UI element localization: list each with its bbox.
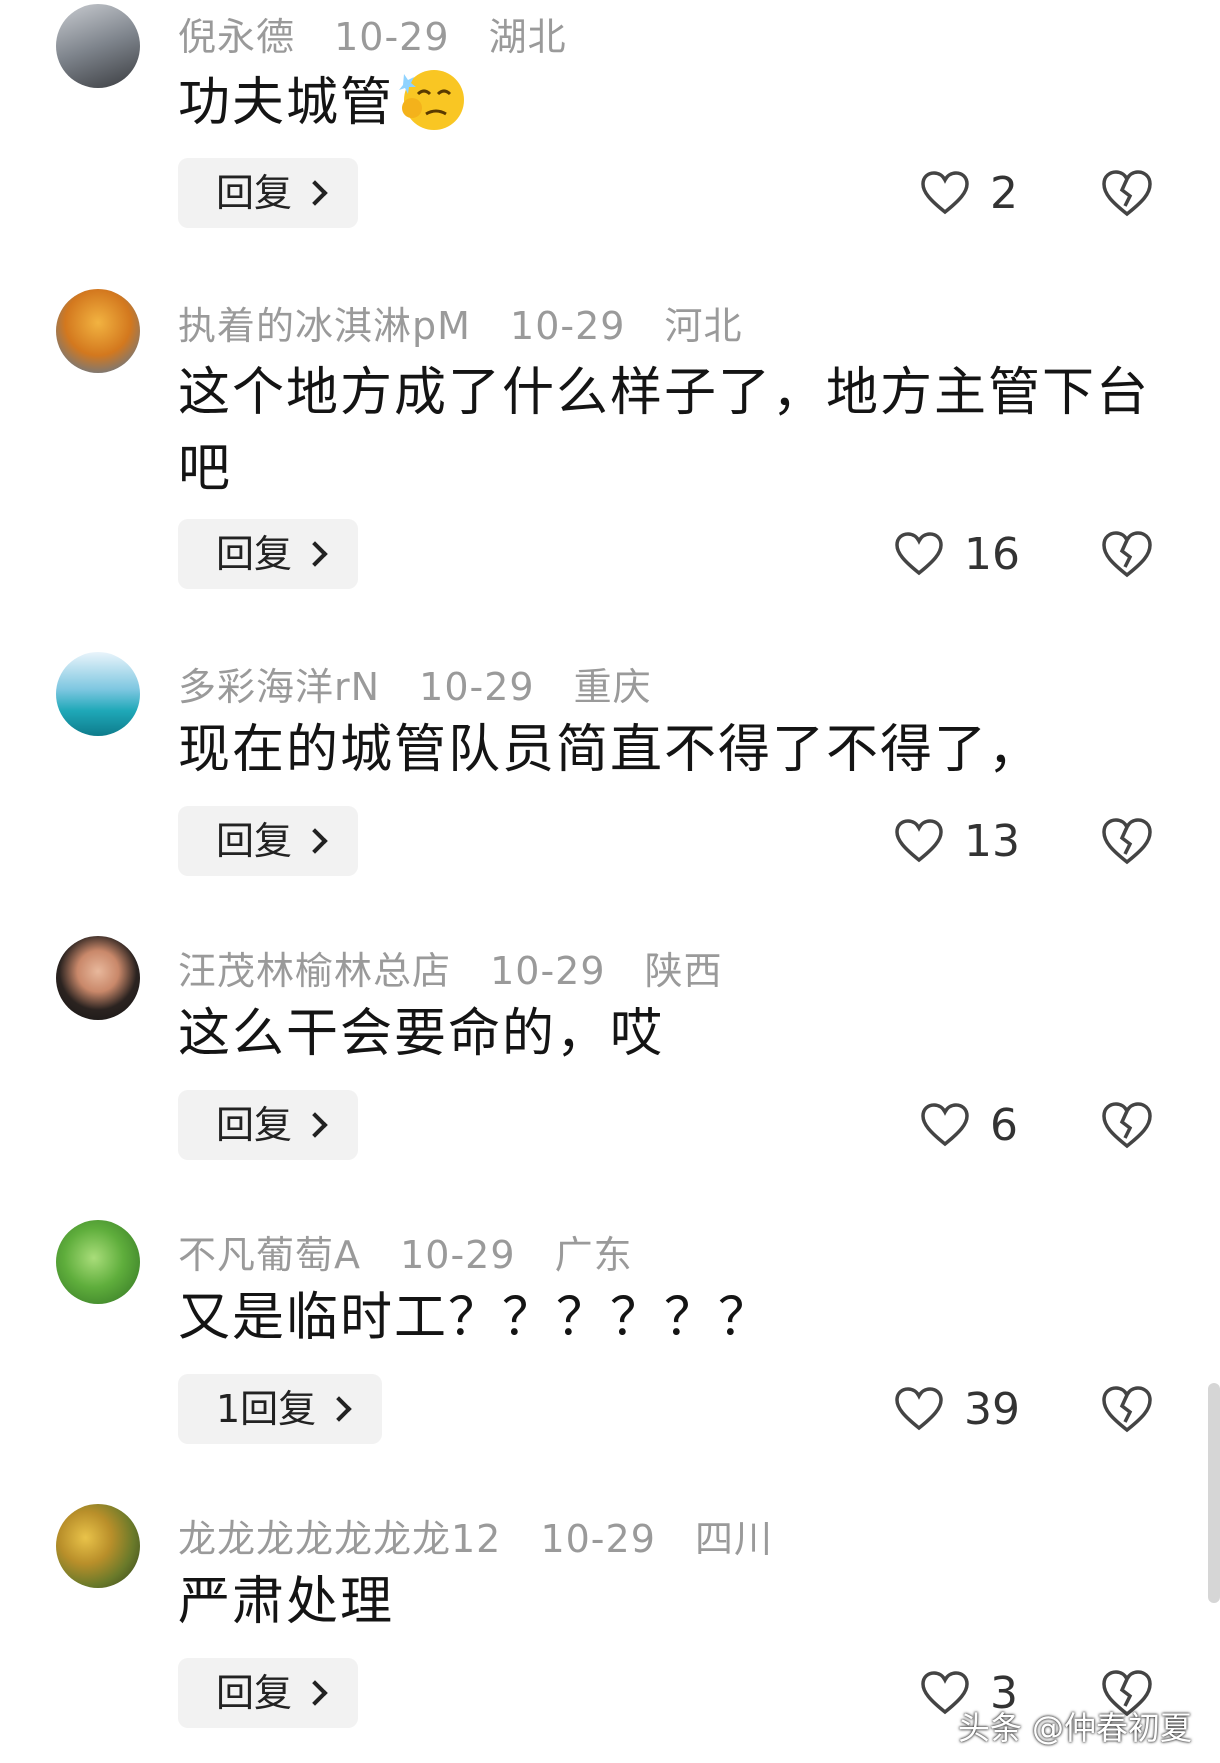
username[interactable]: 不凡葡萄A: [178, 1233, 361, 1277]
username[interactable]: 执着的冰淇淋pM: [178, 304, 471, 348]
reply-button[interactable]: 1回复: [178, 1374, 383, 1444]
broken-heart-icon[interactable]: [1100, 1100, 1154, 1150]
comment-location: 湖北: [488, 15, 567, 59]
broken-heart-icon[interactable]: [1100, 529, 1154, 579]
like-button[interactable]: 2: [920, 158, 1020, 228]
like-button[interactable]: 16: [894, 519, 1020, 589]
comment-text: 功夫城管: [178, 62, 1158, 141]
comment-meta: 汪茂林榆林总店 10-29 陕西: [178, 940, 723, 995]
comment-text-content: 功夫城管: [178, 73, 395, 133]
comment-date: 10-29: [334, 15, 450, 59]
avatar[interactable]: [56, 1220, 140, 1304]
chevron-right-icon: [302, 541, 328, 567]
chevron-right-icon: [302, 180, 328, 206]
comment-meta: 多彩海洋rN 10-29 重庆: [178, 656, 652, 711]
comment-text: 这个地方成了什么样子了，地方主管下台吧: [178, 363, 1151, 499]
comment-date: 10-29: [400, 1233, 516, 1277]
comment-location: 四川: [694, 1517, 773, 1561]
heart-outline-icon: [895, 819, 943, 863]
comment-meta: 倪永德 10-29 湖北: [178, 6, 567, 61]
comment-meta: 执着的冰淇淋pM 10-29 河北: [178, 295, 743, 350]
avatar[interactable]: [56, 936, 140, 1020]
reply-button[interactable]: 回复: [178, 519, 359, 589]
comment-date: 10-29: [510, 304, 626, 348]
chevron-right-icon: [302, 1112, 328, 1138]
comment-location: 陕西: [644, 949, 723, 993]
reply-button[interactable]: 回复: [178, 1658, 359, 1728]
like-count: 39: [964, 1383, 1020, 1435]
comment-text: 这么干会要命的，哎: [178, 1004, 665, 1064]
like-button[interactable]: 39: [894, 1374, 1020, 1444]
username[interactable]: 汪茂林榆林总店: [178, 949, 451, 993]
broken-heart-icon[interactable]: [1100, 816, 1154, 866]
heart-outline-icon: [895, 532, 943, 576]
scrollbar[interactable]: [1208, 1383, 1220, 1603]
comment-location: 河北: [664, 304, 743, 348]
reply-label: 回复: [216, 1103, 293, 1147]
heart-outline-icon: [921, 171, 969, 215]
like-count: 16: [964, 528, 1020, 580]
reply-label: 回复: [216, 819, 293, 863]
chevron-right-icon: [302, 1680, 328, 1706]
like-count: 13: [964, 815, 1020, 867]
reply-button[interactable]: 回复: [178, 1090, 359, 1160]
heart-outline-icon: [921, 1103, 969, 1147]
broken-heart-icon[interactable]: [1100, 1384, 1154, 1434]
comment-date: 10-29: [490, 949, 606, 993]
comment-meta: 不凡葡萄A 10-29 广东: [178, 1224, 633, 1279]
comment-location: 重庆: [573, 665, 652, 709]
username[interactable]: 龙龙龙龙龙龙龙12: [178, 1517, 501, 1561]
reply-label: 回复: [216, 1671, 293, 1715]
reply-button[interactable]: 回复: [178, 806, 359, 876]
like-button[interactable]: 6: [920, 1090, 1020, 1160]
reply-label: 回复: [216, 171, 293, 215]
reply-button[interactable]: 回复: [178, 158, 359, 228]
avatar[interactable]: [56, 4, 140, 88]
avatar[interactable]: [56, 289, 140, 373]
like-button[interactable]: 13: [894, 806, 1020, 876]
thinking-smug-emoji-icon: [398, 62, 468, 132]
username[interactable]: 多彩海洋rN: [178, 665, 380, 709]
heart-outline-icon: [895, 1387, 943, 1431]
reply-label: 1回复: [216, 1387, 317, 1431]
comment-date: 10-29: [419, 665, 535, 709]
chevron-right-icon: [302, 828, 328, 854]
watermark: 头条 @仲春初夏: [957, 1709, 1192, 1747]
comment-date: 10-29: [540, 1517, 656, 1561]
comment-text: 现在的城管队员简直不得了不得了，: [178, 720, 1043, 780]
comment-location: 广东: [554, 1233, 633, 1277]
avatar[interactable]: [56, 1504, 140, 1588]
chevron-right-icon: [326, 1396, 352, 1422]
comment-text: 又是临时工？？？？？？: [178, 1288, 773, 1348]
username[interactable]: 倪永德: [178, 15, 295, 59]
broken-heart-icon[interactable]: [1100, 168, 1154, 218]
comment-meta: 龙龙龙龙龙龙龙12 10-29 四川: [178, 1508, 773, 1563]
reply-label: 回复: [216, 532, 293, 576]
like-count: 6: [990, 1099, 1018, 1151]
avatar[interactable]: [56, 652, 140, 736]
like-count: 2: [990, 167, 1018, 219]
comment-text: 严肃处理: [178, 1572, 395, 1632]
